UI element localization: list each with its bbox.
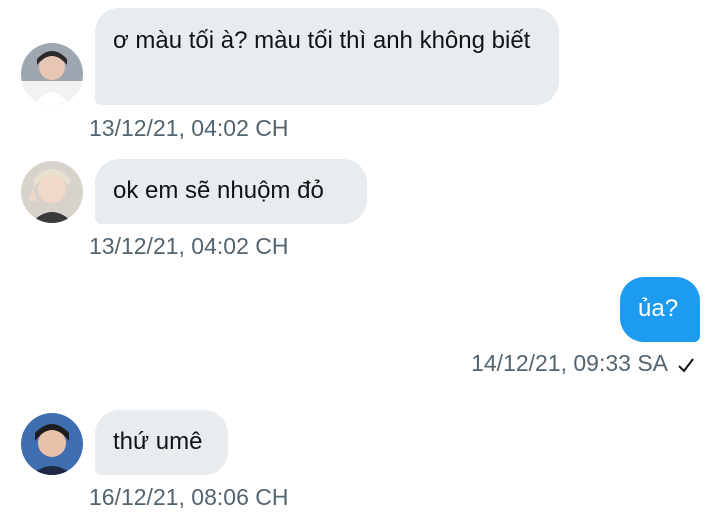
message-timestamp: 16/12/21, 08:06 CH [89, 484, 289, 510]
conversation-thread: ơ màu tối à? màu tối thì anh không biết … [0, 0, 720, 520]
sender-avatar[interactable] [21, 413, 83, 475]
sender-avatar[interactable] [21, 43, 83, 105]
message-timestamp: 13/12/21, 04:02 CH [89, 115, 289, 141]
message-bubble-outgoing[interactable]: ủa? [620, 277, 700, 342]
avatar-image [21, 413, 83, 475]
message-timestamp: 13/12/21, 04:02 CH [89, 233, 289, 259]
avatar-image [21, 161, 83, 223]
message-text: ủa? [638, 295, 679, 322]
check-icon [676, 355, 696, 375]
sender-avatar[interactable] [21, 161, 83, 223]
message-text: ơ màu tối à? màu tối thì anh không biết [113, 27, 531, 54]
avatar-image [21, 43, 83, 105]
message-bubble[interactable]: thứ umê [95, 410, 228, 475]
timestamp-text: 14/12/21, 09:33 SA [471, 350, 668, 376]
message-text: ok em sẽ nhuộm đỏ [113, 177, 324, 204]
message-text: thứ umê [113, 428, 203, 455]
message-timestamp: 14/12/21, 09:33 SA [471, 350, 696, 377]
message-bubble[interactable]: ơ màu tối à? màu tối thì anh không biết [95, 8, 559, 105]
message-bubble[interactable]: ok em sẽ nhuộm đỏ [95, 159, 367, 224]
